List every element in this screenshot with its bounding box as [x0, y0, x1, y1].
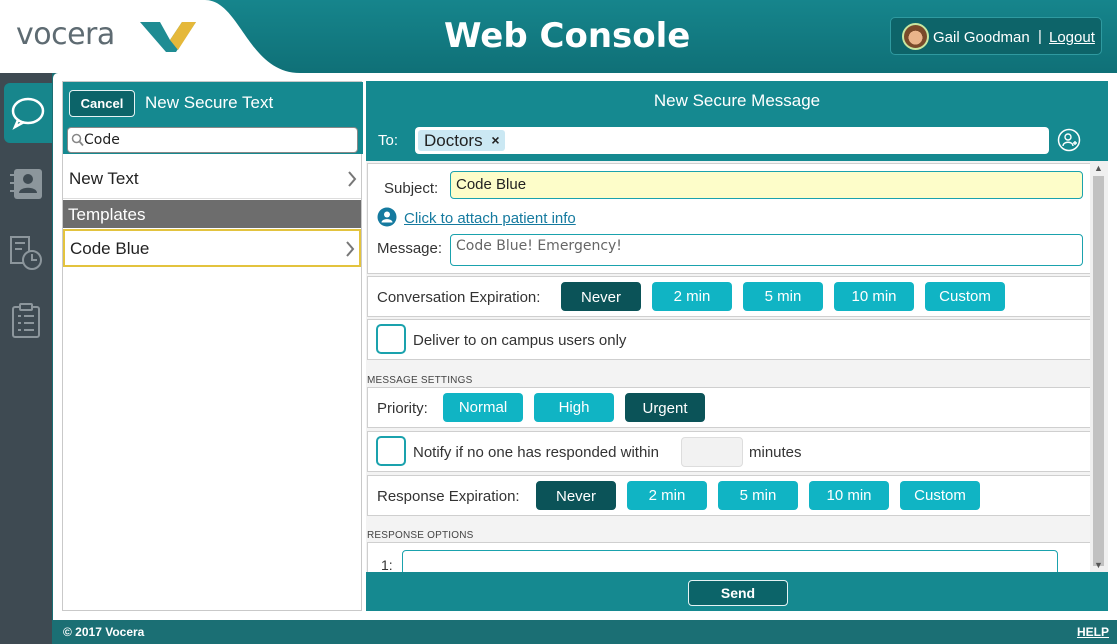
scroll-up-icon[interactable]: ▲ [1094, 163, 1103, 173]
add-recipient-icon[interactable] [1057, 128, 1081, 152]
priority-label: Priority: [377, 400, 428, 417]
user-name: Gail Goodman [933, 29, 1030, 46]
response-option-number: 1: [381, 557, 393, 572]
side-navigation [0, 73, 52, 644]
recipient-chip-label: Doctors [424, 131, 483, 150]
response-expiration-label: Response Expiration: [377, 488, 520, 505]
app-header: vocera Web Console Gail Goodman | Logout [0, 0, 1117, 73]
copyright: © 2017 Vocera [63, 625, 145, 639]
compose-title: New Secure Message [653, 91, 821, 110]
message-label: Message: [377, 240, 443, 257]
chevron-right-icon [346, 241, 355, 257]
campus-only-checkbox[interactable] [376, 324, 406, 354]
template-panel-header: Cancel New Secure Text [63, 82, 363, 154]
priority-high-button[interactable]: High [534, 393, 614, 422]
search-input[interactable] [84, 131, 344, 149]
response-option-input[interactable] [402, 550, 1058, 572]
response-expiration-never-button[interactable]: Never [536, 481, 616, 510]
search-box [67, 127, 358, 153]
message-compose-card: Subject: Code Blue Click to attach patie… [367, 163, 1090, 274]
conversation-expiration-10min-button[interactable]: 10 min [834, 282, 914, 311]
send-bar: Send [366, 572, 1108, 611]
message-settings-header: MESSAGE SETTINGS [367, 375, 473, 386]
priority-urgent-button[interactable]: Urgent [625, 393, 705, 422]
history-clock-icon [10, 236, 42, 270]
cancel-button[interactable]: Cancel [69, 90, 135, 117]
main-content: Cancel New Secure Text New Text Template… [53, 73, 1117, 620]
priority-card: Priority: Normal High Urgent [367, 387, 1090, 428]
response-options-card: 1: [367, 542, 1090, 572]
template-item-code-blue[interactable]: Code Blue [63, 229, 361, 267]
to-label: To: [378, 132, 399, 149]
user-separator: | [1038, 28, 1042, 45]
new-text-item[interactable]: New Text [63, 159, 361, 199]
chevron-right-icon [348, 171, 357, 187]
logout-link[interactable]: Logout [1049, 29, 1095, 46]
new-text-label: New Text [69, 169, 139, 188]
app-footer: © 2017 Vocera HELP [53, 620, 1117, 644]
recipients-input[interactable]: Doctors × [415, 127, 1049, 154]
campus-only-label: Deliver to on campus users only [413, 332, 627, 349]
notify-unit-label: minutes [749, 444, 802, 461]
patient-icon [377, 207, 397, 227]
chat-bubbles-icon [11, 97, 45, 130]
contacts-book-icon [10, 169, 42, 199]
clipboard-checklist-icon [12, 303, 40, 338]
response-expiration-10min-button[interactable]: 10 min [809, 481, 889, 510]
campus-only-card: Deliver to on campus users only [367, 319, 1090, 360]
compose-panel: New Secure Message To: Doctors × Subject… [366, 81, 1108, 611]
nav-contacts[interactable] [0, 153, 52, 218]
priority-normal-button[interactable]: Normal [443, 393, 523, 422]
search-icon [71, 133, 84, 147]
subject-label: Subject: [384, 180, 439, 197]
conversation-expiration-never-button[interactable]: Never [561, 282, 641, 311]
nav-forms[interactable] [0, 289, 52, 354]
send-button[interactable]: Send [688, 580, 788, 606]
response-options-header: RESPONSE OPTIONS [367, 530, 474, 541]
nav-messages[interactable] [4, 83, 52, 143]
help-link[interactable]: HELP [1077, 625, 1109, 639]
conversation-expiration-5min-button[interactable]: 5 min [743, 282, 823, 311]
notify-minutes-input[interactable] [681, 437, 743, 467]
conversation-expiration-card: Conversation Expiration: Never 2 min 5 m… [367, 276, 1090, 317]
response-expiration-2min-button[interactable]: 2 min [627, 481, 707, 510]
compose-header: New Secure Message [366, 81, 1108, 119]
template-item-label: Code Blue [70, 239, 150, 258]
scroll-thumb[interactable] [1093, 176, 1104, 566]
conversation-expiration-custom-button[interactable]: Custom [925, 282, 1005, 311]
scroll-down-icon[interactable]: ▼ [1094, 560, 1103, 570]
compose-form: Subject: Code Blue Click to attach patie… [366, 161, 1090, 572]
response-expiration-custom-button[interactable]: Custom [900, 481, 980, 510]
notify-checkbox[interactable] [376, 436, 406, 466]
template-panel: Cancel New Secure Text New Text Template… [62, 81, 363, 611]
compose-scrollbar[interactable]: ▲ ▼ [1090, 161, 1108, 572]
templates-label: Templates [68, 205, 146, 224]
attach-patient-info-link[interactable]: Click to attach patient info [404, 210, 576, 227]
remove-recipient-icon[interactable]: × [491, 130, 499, 151]
avatar [902, 23, 929, 50]
message-input[interactable]: Code Blue! Emergency! [450, 234, 1083, 266]
nav-history[interactable] [0, 221, 52, 286]
conversation-expiration-label: Conversation Expiration: [377, 289, 541, 306]
recipient-chip: Doctors × [418, 130, 505, 151]
conversation-expiration-2min-button[interactable]: 2 min [652, 282, 732, 311]
template-panel-title: New Secure Text [145, 93, 274, 112]
notify-card: Notify if no one has responded within mi… [367, 431, 1090, 472]
notify-label: Notify if no one has responded within [413, 444, 659, 461]
response-expiration-card: Response Expiration: Never 2 min 5 min 1… [367, 475, 1090, 516]
response-expiration-5min-button[interactable]: 5 min [718, 481, 798, 510]
vocera-logo: vocera [0, 0, 300, 73]
page-title: Web Console [444, 16, 691, 56]
subject-input[interactable]: Code Blue [450, 171, 1083, 199]
templates-section-header: Templates [63, 200, 361, 228]
logo-wordmark: vocera [16, 17, 115, 52]
recipients-bar: To: Doctors × [366, 119, 1108, 161]
user-menu: Gail Goodman | Logout [890, 17, 1102, 55]
